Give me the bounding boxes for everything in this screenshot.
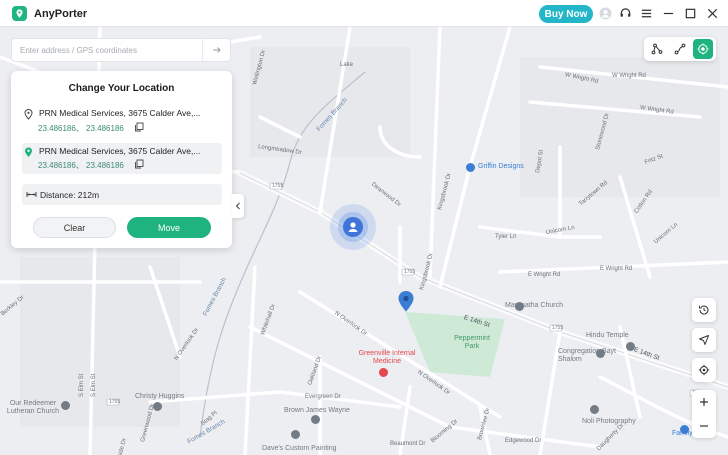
street-label: S Elm St [91, 373, 97, 397]
destination-location[interactable]: PRN Medical Services, 3675 Calder Ave,..… [22, 143, 222, 174]
zoom-in-button[interactable] [692, 390, 716, 414]
collapse-panel-button[interactable] [232, 194, 244, 218]
street-label: Lake [340, 62, 354, 68]
distance-info: Distance: 212m [22, 184, 222, 205]
logo-icon [12, 6, 27, 21]
zoom-out-button[interactable] [692, 414, 716, 438]
app-title: AnyPorter [34, 8, 88, 20]
zoom-control [692, 390, 716, 438]
street-label: Evergreen Dr [305, 394, 341, 400]
street-label: Beaumont Dr [390, 441, 426, 447]
change-location-panel: Change Your Location PRN Medical Service… [11, 71, 232, 248]
poi-label: Peppermint Park [454, 335, 490, 350]
poi-marker[interactable] [466, 163, 475, 172]
poi-label[interactable]: Noli Photography [582, 418, 636, 425]
history-button[interactable] [692, 298, 716, 322]
location-pin-icon [24, 109, 33, 120]
direction-button[interactable] [692, 328, 716, 352]
street-label: Tyler Ln [495, 234, 517, 240]
zoom-out-icon [700, 425, 708, 427]
copy-icon[interactable] [134, 122, 144, 132]
street-label: E Wright Rd [600, 266, 633, 272]
start-location-name: PRN Medical Services, 3675 Calder Ave,..… [39, 108, 201, 118]
poi-marker[interactable] [291, 430, 300, 439]
multi-stop-mode-button[interactable] [647, 39, 667, 59]
teleport-icon [697, 43, 709, 55]
poi-label[interactable]: Our Redeemer Lutheran Church [4, 400, 62, 416]
menu-icon[interactable] [639, 6, 654, 21]
poi-marker[interactable] [61, 401, 70, 410]
road-shield: 1755 [109, 399, 121, 405]
cursor-icon [699, 335, 709, 345]
panel-title: Change Your Location [68, 83, 175, 94]
poi-label[interactable]: Christy Huggins [135, 393, 184, 400]
maximize-icon[interactable] [683, 6, 698, 21]
locate-icon [698, 364, 710, 376]
destination-coords: 23.486186、 23.486186 [38, 161, 124, 170]
search-go-button[interactable] [202, 39, 230, 61]
chevron-left-icon [235, 202, 240, 210]
move-button[interactable]: Move [127, 217, 211, 238]
start-location[interactable]: PRN Medical Services, 3675 Calder Ave,..… [22, 107, 222, 138]
street-label: E Wright Rd [528, 272, 561, 278]
multi-stop-route-icon [651, 43, 663, 55]
road-shield: 1755 [404, 269, 416, 275]
street-label: S Elm St [79, 373, 85, 397]
poi-label[interactable]: Maranatha Church [505, 302, 563, 309]
destination-name: PRN Medical Services, 3675 Calder Ave,..… [39, 146, 201, 156]
copy-icon[interactable] [134, 159, 144, 169]
arrow-right-icon [212, 47, 221, 53]
search-bar [11, 38, 231, 62]
address-search-input[interactable] [20, 43, 200, 58]
distance-icon [26, 192, 37, 197]
street-label: W Wright Rd [612, 73, 646, 79]
buy-now-button[interactable]: Buy Now [539, 5, 593, 23]
road-shield: 1755 [272, 183, 284, 189]
poi-label[interactable]: Brown James Wayne [284, 407, 350, 414]
support-icon[interactable] [618, 6, 633, 21]
poi-label[interactable]: Dave's Custom Painting [262, 445, 336, 452]
poi-marker[interactable] [153, 402, 162, 411]
poi-label[interactable]: Congregation Bayt Shalom [558, 348, 618, 364]
locate-me-button[interactable] [692, 358, 716, 382]
two-spot-route-icon [674, 43, 686, 55]
distance-text: Distance: 212m [40, 190, 100, 200]
poi-marker[interactable] [311, 415, 320, 424]
clear-button[interactable]: Clear [33, 217, 116, 238]
zoom-in-icon [700, 398, 708, 406]
title-bar: AnyPorter Buy Now [0, 0, 728, 27]
location-pin-icon [25, 147, 32, 157]
history-icon [699, 305, 709, 315]
minimize-icon[interactable] [661, 6, 676, 21]
poi-label[interactable]: Hindu Temple [586, 332, 629, 339]
poi-marker[interactable] [590, 405, 599, 414]
mode-toolbar [644, 37, 716, 61]
start-location-coords: 23.486186、 23.486186 [38, 124, 124, 133]
user-icon[interactable] [598, 6, 613, 21]
poi-label[interactable]: Greenville Internal Medicine [347, 350, 427, 366]
poi-label[interactable]: Griffin Designs [478, 163, 524, 170]
close-icon[interactable] [705, 6, 720, 21]
road-shield: 1755 [552, 325, 564, 331]
poi-marker[interactable] [626, 342, 635, 351]
two-spot-mode-button[interactable] [670, 39, 690, 59]
poi-marker[interactable] [379, 368, 388, 377]
teleport-mode-button[interactable] [693, 39, 713, 59]
street-label: Edgewood Dr [505, 438, 542, 444]
